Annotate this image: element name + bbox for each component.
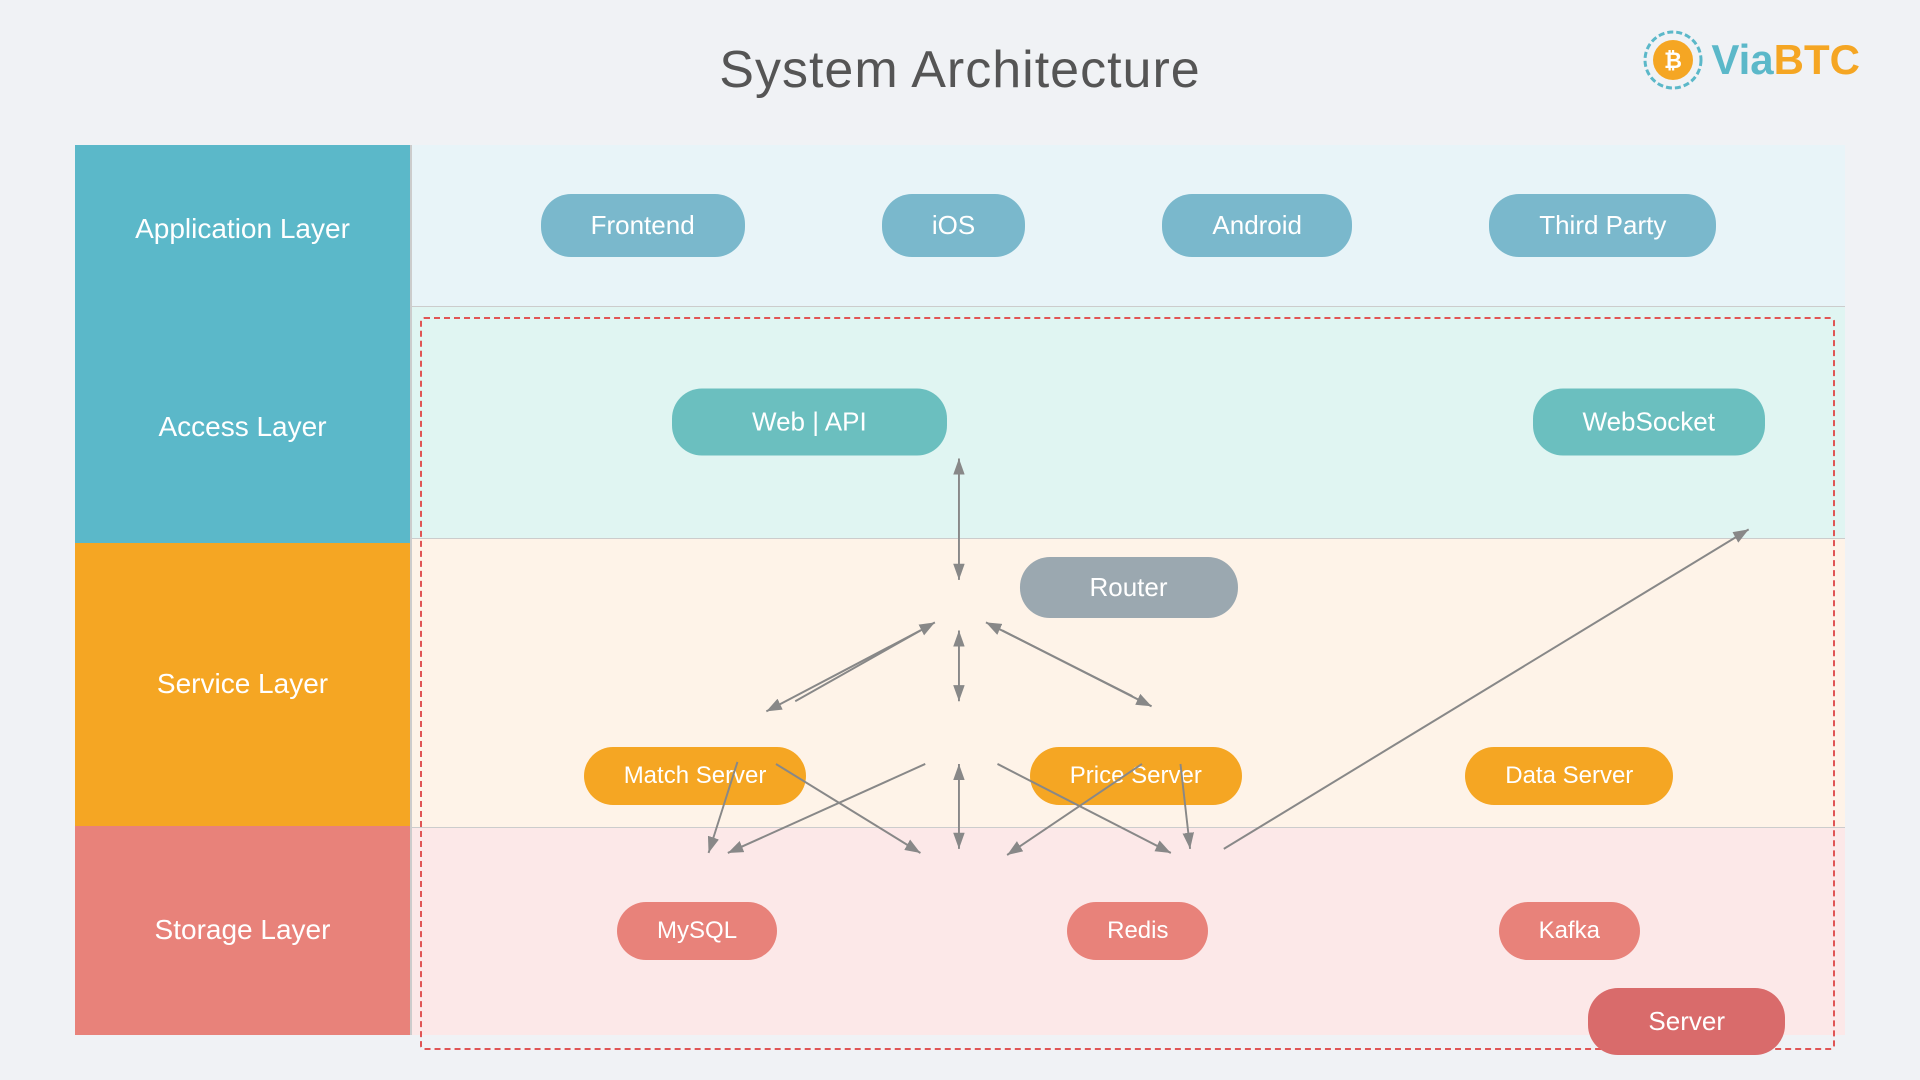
frontend-pill: Frontend bbox=[541, 194, 745, 257]
viabtc-logo-icon: ₿ bbox=[1643, 30, 1703, 90]
application-layer-label: Application Layer bbox=[75, 145, 410, 312]
logo-text: ViaBTC bbox=[1711, 36, 1860, 84]
diagram: Application Layer Access Layer Service L… bbox=[75, 145, 1845, 1035]
content-column: Frontend iOS Android Third Party Web | A… bbox=[410, 145, 1845, 1035]
web-api-pill: Web | API bbox=[672, 389, 947, 456]
data-server-pill: Data Server bbox=[1465, 747, 1673, 805]
access-layer-label: Access Layer bbox=[75, 312, 410, 542]
storage-layer-label: Storage Layer bbox=[75, 826, 410, 1035]
router-pill: Router bbox=[1019, 557, 1237, 618]
service-layer-label: Service Layer bbox=[75, 543, 410, 826]
service-layer-row: Router Match Server Price Server Data Se… bbox=[410, 539, 1845, 828]
page-title: System Architecture bbox=[0, 0, 1920, 100]
match-server-pill: Match Server bbox=[584, 747, 807, 805]
android-pill: Android bbox=[1162, 194, 1352, 257]
third-party-pill: Third Party bbox=[1489, 194, 1716, 257]
layers-column: Application Layer Access Layer Service L… bbox=[75, 145, 410, 1035]
logo: ₿ ViaBTC bbox=[1643, 30, 1860, 90]
application-layer-row: Frontend iOS Android Third Party bbox=[410, 145, 1845, 307]
mysql-pill: MySQL bbox=[617, 902, 777, 960]
ios-pill: iOS bbox=[882, 194, 1025, 257]
websocket-pill: WebSocket bbox=[1533, 389, 1765, 456]
server-pill: Server bbox=[1588, 988, 1785, 1055]
redis-pill: Redis bbox=[1067, 902, 1208, 960]
price-server-pill: Price Server bbox=[1030, 747, 1242, 805]
kafka-pill: Kafka bbox=[1499, 902, 1640, 960]
service-inner: Router Match Server Price Server Data Se… bbox=[412, 539, 1845, 827]
page-container: System Architecture ₿ ViaBTC Application… bbox=[0, 0, 1920, 1080]
svg-text:₿: ₿ bbox=[1664, 48, 1682, 73]
access-layer-row: Web | API WebSocket bbox=[410, 307, 1845, 538]
